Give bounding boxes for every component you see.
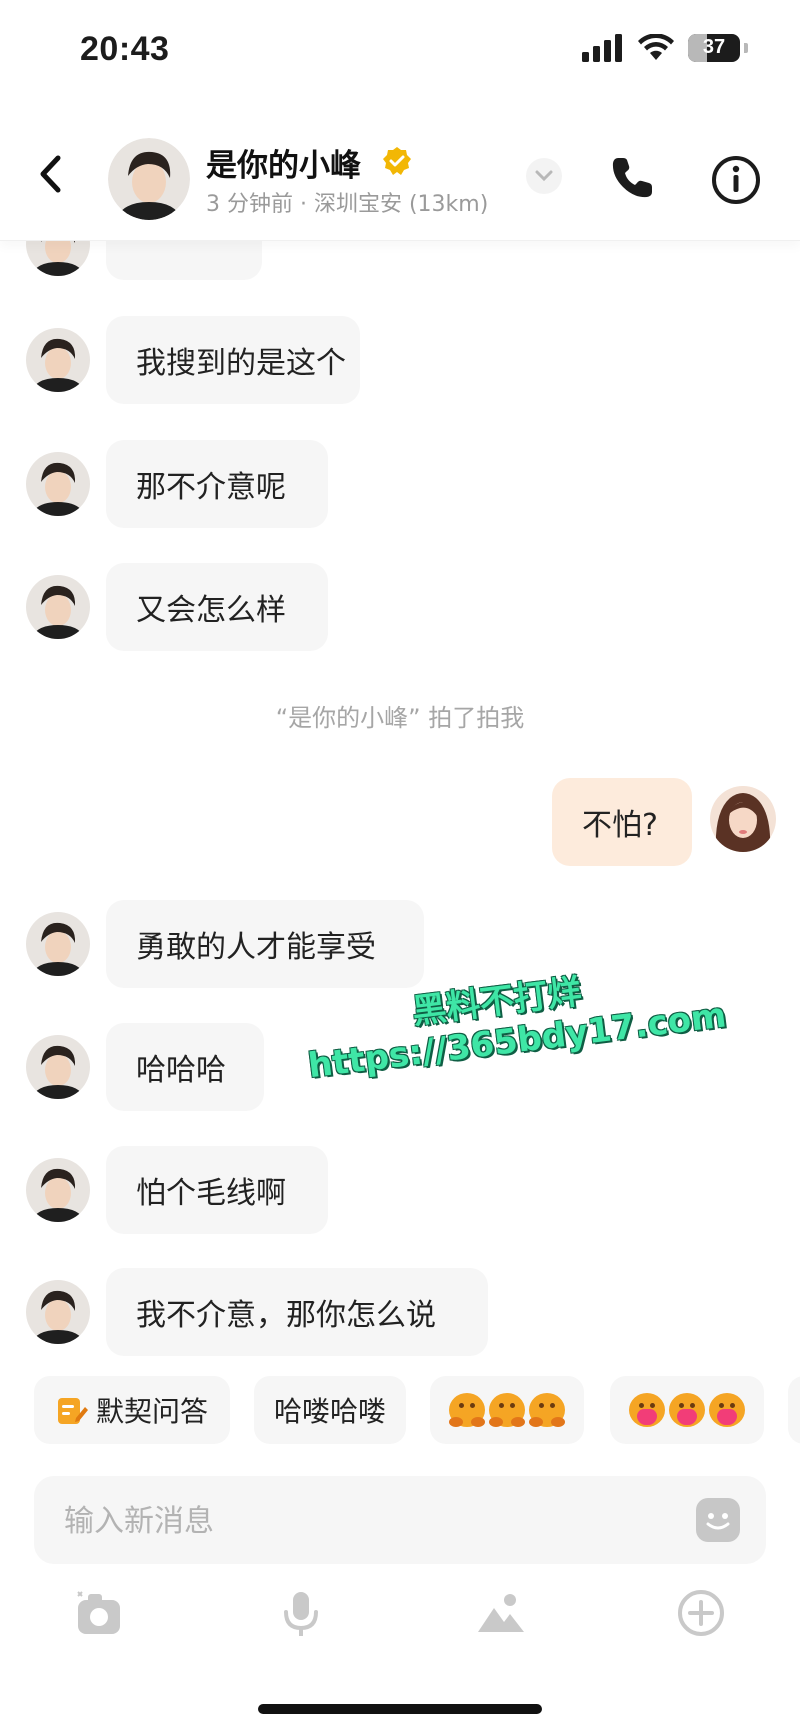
quick-reply-emoji-waving[interactable]: [430, 1376, 584, 1444]
verified-badge-icon: [383, 147, 411, 175]
duck-emoji-icon: [449, 1393, 485, 1427]
contact-message-avatar[interactable]: [26, 1280, 90, 1344]
contact-message-bubble: 勇敢的人才能享受: [106, 900, 424, 988]
microphone-icon[interactable]: [276, 1588, 326, 1638]
chevron-left-icon: [40, 155, 61, 193]
contact-name: 是你的小峰: [206, 148, 361, 184]
quick-reply-hello[interactable]: 哈喽哈喽: [254, 1376, 406, 1444]
duck-emoji-icon: [489, 1393, 525, 1427]
my-message-bubble: 不怕?: [552, 778, 692, 866]
quick-reply-hello-label: 哈喽哈喽: [273, 1395, 386, 1428]
contact-message-bubble: 我搜到的是这个: [106, 316, 360, 404]
contact-message-bubble: 我不介意，那你怎么说: [106, 1268, 488, 1356]
duck-heart-emoji-icon: [669, 1393, 705, 1427]
image-icon[interactable]: [476, 1588, 526, 1638]
expand-button[interactable]: [526, 158, 562, 194]
contact-message-avatar[interactable]: [26, 328, 90, 392]
contact-message-avatar[interactable]: [26, 452, 90, 516]
contact-message-avatar[interactable]: [26, 1158, 90, 1222]
plus-circle-icon[interactable]: [676, 1588, 726, 1638]
smiley-icon: [706, 1513, 730, 1530]
info-icon[interactable]: [710, 154, 762, 206]
contact-message-bubble: 那不介意呢: [106, 440, 328, 528]
contact-message-avatar[interactable]: [26, 912, 90, 976]
my-avatar[interactable]: [710, 786, 776, 852]
contact-message-bubble: 怕个毛线啊: [106, 1146, 328, 1234]
back-button[interactable]: [30, 150, 70, 198]
battery-icon: 37: [688, 34, 740, 62]
emoji-button[interactable]: [696, 1498, 740, 1542]
note-edit-icon: [57, 1398, 88, 1424]
status-time: 20:43: [80, 30, 170, 68]
duck-heart-emoji-icon: [629, 1393, 665, 1427]
phone-icon[interactable]: [608, 154, 656, 202]
contact-message-avatar[interactable]: [26, 1035, 90, 1099]
duck-emoji-icon: [529, 1393, 565, 1427]
signal-icon: [582, 34, 622, 62]
status-icons: 37: [582, 34, 748, 62]
battery-cap: [744, 43, 748, 53]
contact-status: 3 分钟前 · 深圳宝安 (13km): [206, 192, 489, 217]
contact-message-bubble: 哈哈哈: [106, 1023, 264, 1111]
camera-icon[interactable]: [74, 1588, 124, 1638]
chat-header: 是你的小峰 3 分钟前 · 深圳宝安 (13km): [0, 112, 800, 241]
chevron-down-icon: [535, 170, 553, 182]
wifi-icon: [638, 34, 674, 60]
system-notice: “是你的小峰” 拍了拍我: [275, 704, 525, 732]
quick-reply-emoji-heart[interactable]: [610, 1376, 764, 1444]
quick-reply-tacit-quiz[interactable]: 默契问答: [34, 1376, 230, 1444]
contact-message-bubble: 又会怎么样: [106, 563, 328, 651]
duck-heart-emoji-icon: [709, 1393, 745, 1427]
contact-avatar[interactable]: [108, 138, 190, 220]
quick-reply-tacit-quiz-label: 默契问答: [95, 1395, 208, 1428]
quick-reply-more[interactable]: [788, 1376, 800, 1444]
battery-percent: 37: [702, 36, 726, 58]
home-indicator: [258, 1704, 542, 1714]
contact-message-avatar[interactable]: [26, 575, 90, 639]
message-composer: [34, 1476, 766, 1566]
message-input[interactable]: [62, 1476, 666, 1566]
